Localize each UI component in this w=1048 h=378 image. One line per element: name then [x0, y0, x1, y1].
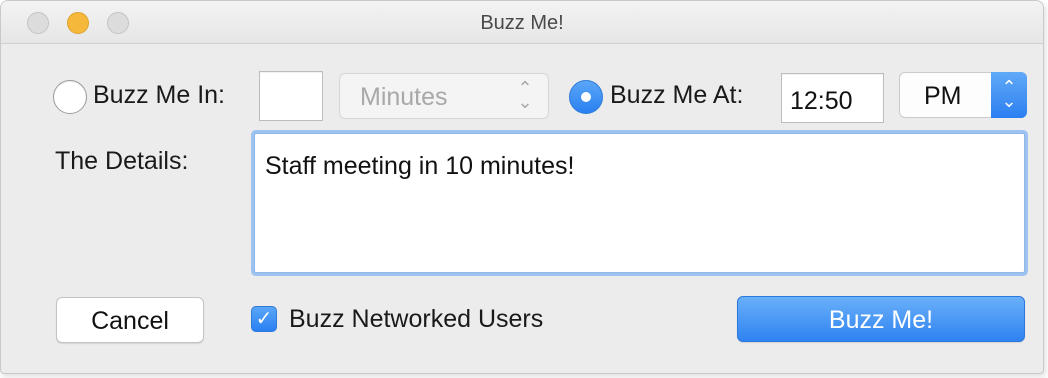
details-text: Staff meeting in 10 minutes! [265, 152, 575, 180]
buzz-in-unit-popup[interactable]: Minutes ⌃ ⌄ [339, 73, 549, 119]
buzz-me-button-label: Buzz Me! [828, 306, 934, 334]
window-title: Buzz Me! [480, 12, 564, 34]
chevron-updown-icon: ⌃ ⌄ [1001, 77, 1017, 111]
buzz-me-in-radio[interactable] [53, 80, 87, 114]
buzz-me-window: Buzz Me! Buzz Me In: Minutes ⌃ ⌄ Buzz Me … [0, 0, 1044, 374]
buzz-networked-checkbox[interactable]: ✓ [251, 306, 277, 332]
buzz-in-amount-field[interactable] [259, 71, 323, 121]
chevron-updown-icon: ⌃ ⌄ [517, 78, 533, 112]
buzz-me-in-label[interactable]: Buzz Me In: [93, 81, 225, 110]
cancel-button[interactable]: Cancel [56, 297, 204, 343]
buzz-me-at-label[interactable]: Buzz Me At: [610, 81, 743, 110]
cancel-button-label: Cancel [91, 307, 169, 335]
buzz-me-at-radio[interactable] [569, 80, 603, 114]
buzz-at-time-field[interactable]: 12:50 [781, 73, 884, 123]
buzz-in-unit-value: Minutes [360, 83, 448, 111]
checkmark-icon: ✓ [255, 308, 273, 330]
am-pm-stepper[interactable]: ⌃ ⌄ [991, 72, 1027, 118]
title-bar: Buzz Me! [1, 1, 1043, 44]
buzz-at-time-value: 12:50 [790, 87, 853, 115]
am-pm-value: PM [924, 82, 962, 110]
buzz-me-submit-button[interactable]: Buzz Me! [737, 296, 1025, 342]
details-textarea[interactable]: Staff meeting in 10 minutes! [254, 133, 1025, 273]
buzz-networked-label[interactable]: Buzz Networked Users [289, 305, 543, 334]
am-pm-popup[interactable]: PM ⌃ ⌄ [899, 72, 1027, 118]
details-label: The Details: [55, 147, 189, 175]
